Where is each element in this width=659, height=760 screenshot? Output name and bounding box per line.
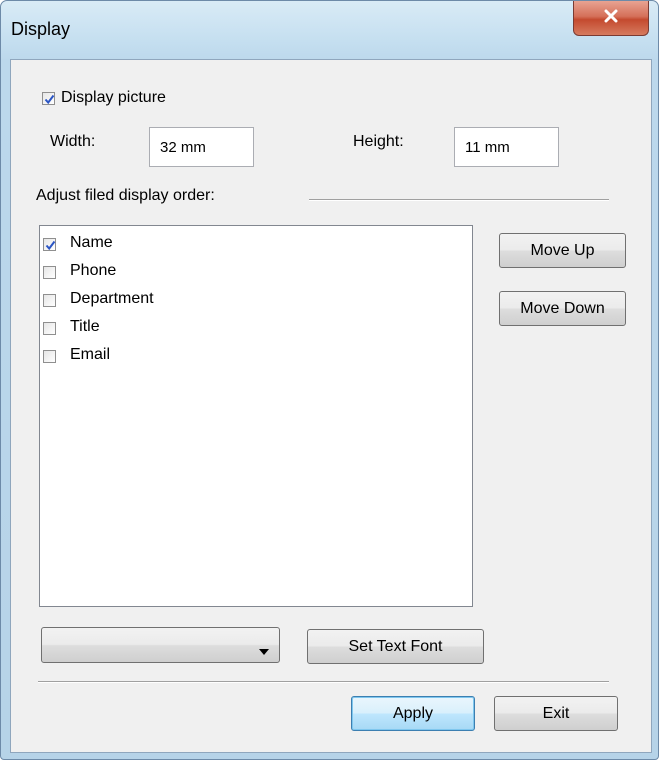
height-input[interactable]: 11 mm xyxy=(454,127,559,167)
move-up-button[interactable]: Move Up xyxy=(499,233,626,268)
footer-divider xyxy=(38,681,609,683)
checkbox-box[interactable] xyxy=(43,266,56,279)
list-item-label: Title xyxy=(70,318,100,335)
checkbox-box[interactable] xyxy=(43,238,56,251)
dialog-body: Display picture Width: 32 mm Height: 11 … xyxy=(10,59,652,753)
list-item-phone[interactable]: Phone xyxy=(40,259,472,287)
order-section-label: Adjust filed display order: xyxy=(36,187,215,204)
width-label: Width: xyxy=(50,133,96,150)
list-item-label: Phone xyxy=(70,262,117,279)
list-item-label: Name xyxy=(70,234,113,251)
checkmark-icon xyxy=(45,240,56,251)
title-bar[interactable]: Display xyxy=(1,1,658,59)
apply-button[interactable]: Apply xyxy=(351,696,475,731)
list-item-email[interactable]: Email xyxy=(40,343,472,371)
section-divider xyxy=(309,199,609,201)
move-down-button[interactable]: Move Down xyxy=(499,291,626,326)
close-button[interactable] xyxy=(573,1,649,36)
checkbox-box[interactable] xyxy=(43,322,56,335)
list-item-title[interactable]: Title xyxy=(40,315,472,343)
checkbox-box[interactable] xyxy=(43,294,56,307)
checkbox-box[interactable] xyxy=(43,350,56,363)
height-label: Height: xyxy=(353,133,404,150)
display-picture-label: Display picture xyxy=(61,89,166,106)
font-select[interactable] xyxy=(41,627,280,663)
width-input[interactable]: 32 mm xyxy=(149,127,254,167)
checkbox-box xyxy=(42,92,55,105)
field-order-list[interactable]: Name Phone Department Title Email xyxy=(39,225,473,607)
list-item-label: Department xyxy=(70,290,154,307)
dialog-window: Display Display picture Width: 32 mm Hei… xyxy=(0,0,659,760)
dropdown-arrow-icon xyxy=(259,642,269,660)
checkmark-icon xyxy=(44,94,55,105)
exit-button[interactable]: Exit xyxy=(494,696,618,731)
close-icon xyxy=(604,9,618,28)
list-item-name[interactable]: Name xyxy=(40,231,472,259)
display-picture-checkbox[interactable]: Display picture xyxy=(42,88,212,110)
set-text-font-button[interactable]: Set Text Font xyxy=(307,629,484,664)
list-item-department[interactable]: Department xyxy=(40,287,472,315)
window-title: Display xyxy=(11,19,71,39)
list-item-label: Email xyxy=(70,346,111,363)
